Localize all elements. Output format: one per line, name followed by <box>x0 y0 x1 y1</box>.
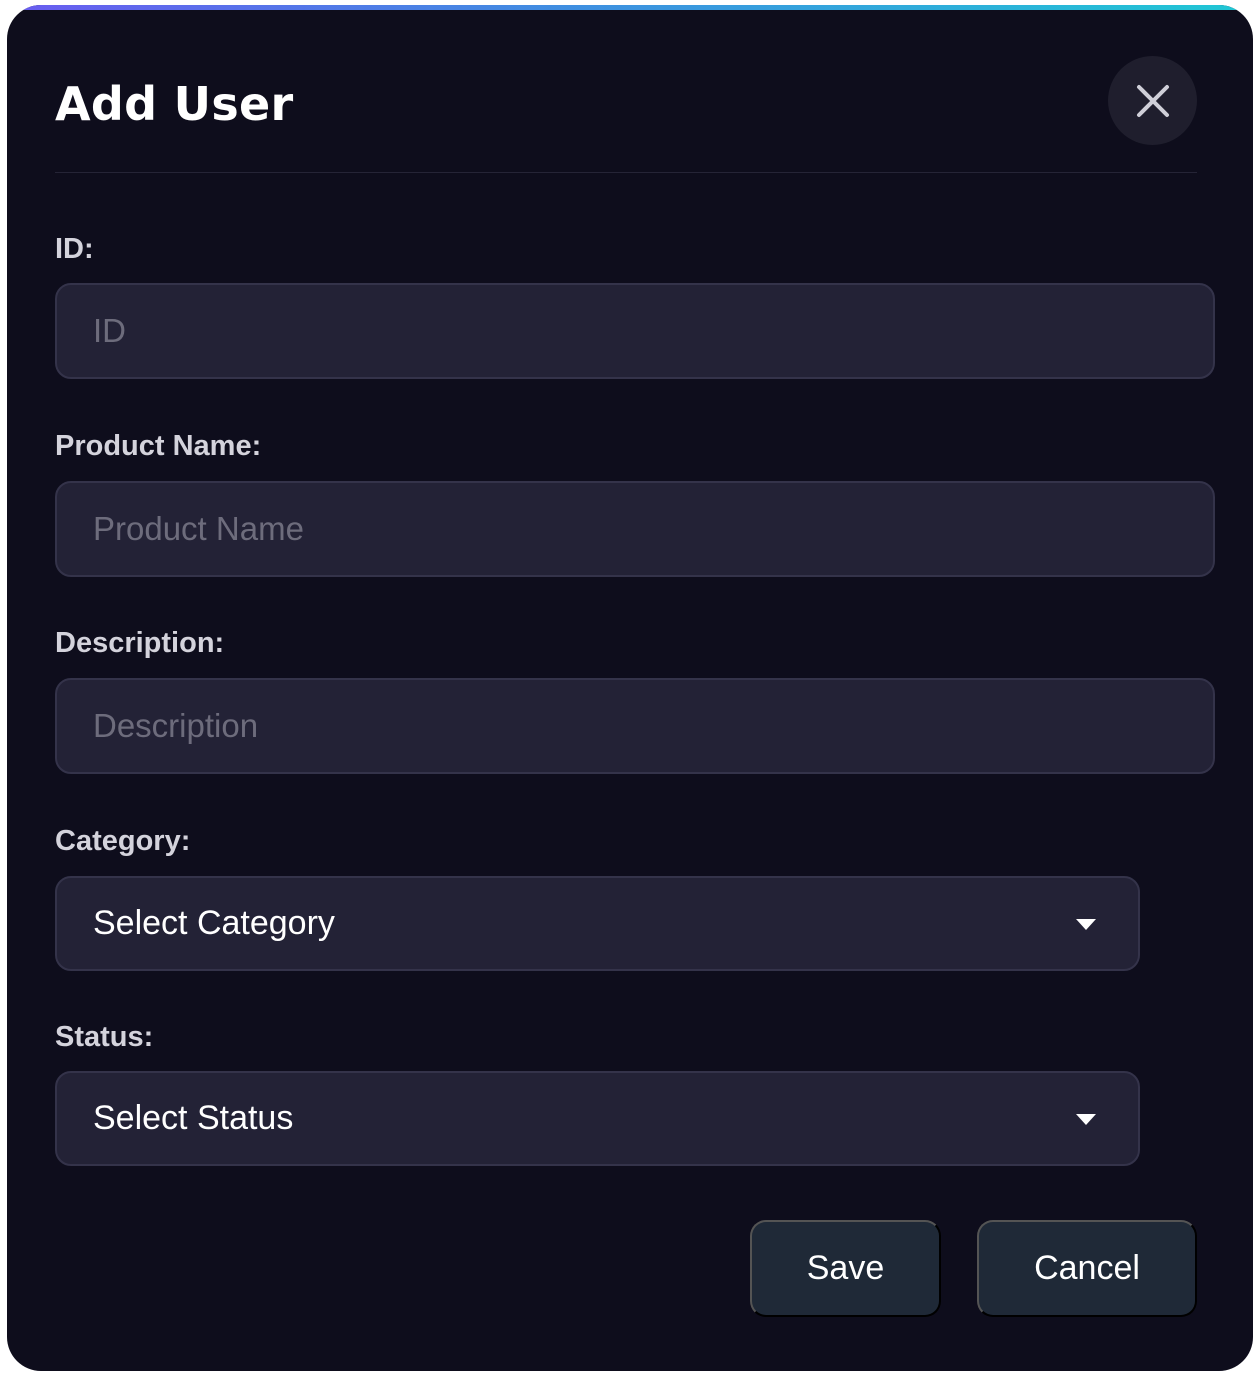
status-label: Status: <box>55 1021 154 1053</box>
caret-down-icon <box>1076 918 1096 930</box>
modal-title: Add User <box>55 77 294 131</box>
category-selected-value: Select Category <box>93 904 335 942</box>
id-input[interactable] <box>55 283 1215 379</box>
category-label: Category: <box>55 825 191 857</box>
save-button[interactable]: Save <box>750 1220 941 1317</box>
add-user-modal: Add User ID: Product Name: Description: … <box>7 5 1253 1371</box>
status-select[interactable]: Select Status <box>55 1071 1140 1166</box>
close-icon <box>1136 84 1169 117</box>
description-label: Description: <box>55 627 225 659</box>
cancel-button[interactable]: Cancel <box>977 1220 1197 1317</box>
product-name-label: Product Name: <box>55 430 262 462</box>
status-selected-value: Select Status <box>93 1099 294 1137</box>
id-label: ID: <box>55 233 94 265</box>
header-divider <box>55 172 1197 173</box>
category-select[interactable]: Select Category <box>55 876 1140 971</box>
accent-bar <box>7 5 1253 10</box>
description-input[interactable] <box>55 678 1215 774</box>
caret-down-icon <box>1076 1113 1096 1125</box>
close-button[interactable] <box>1108 56 1197 145</box>
product-name-input[interactable] <box>55 481 1215 577</box>
